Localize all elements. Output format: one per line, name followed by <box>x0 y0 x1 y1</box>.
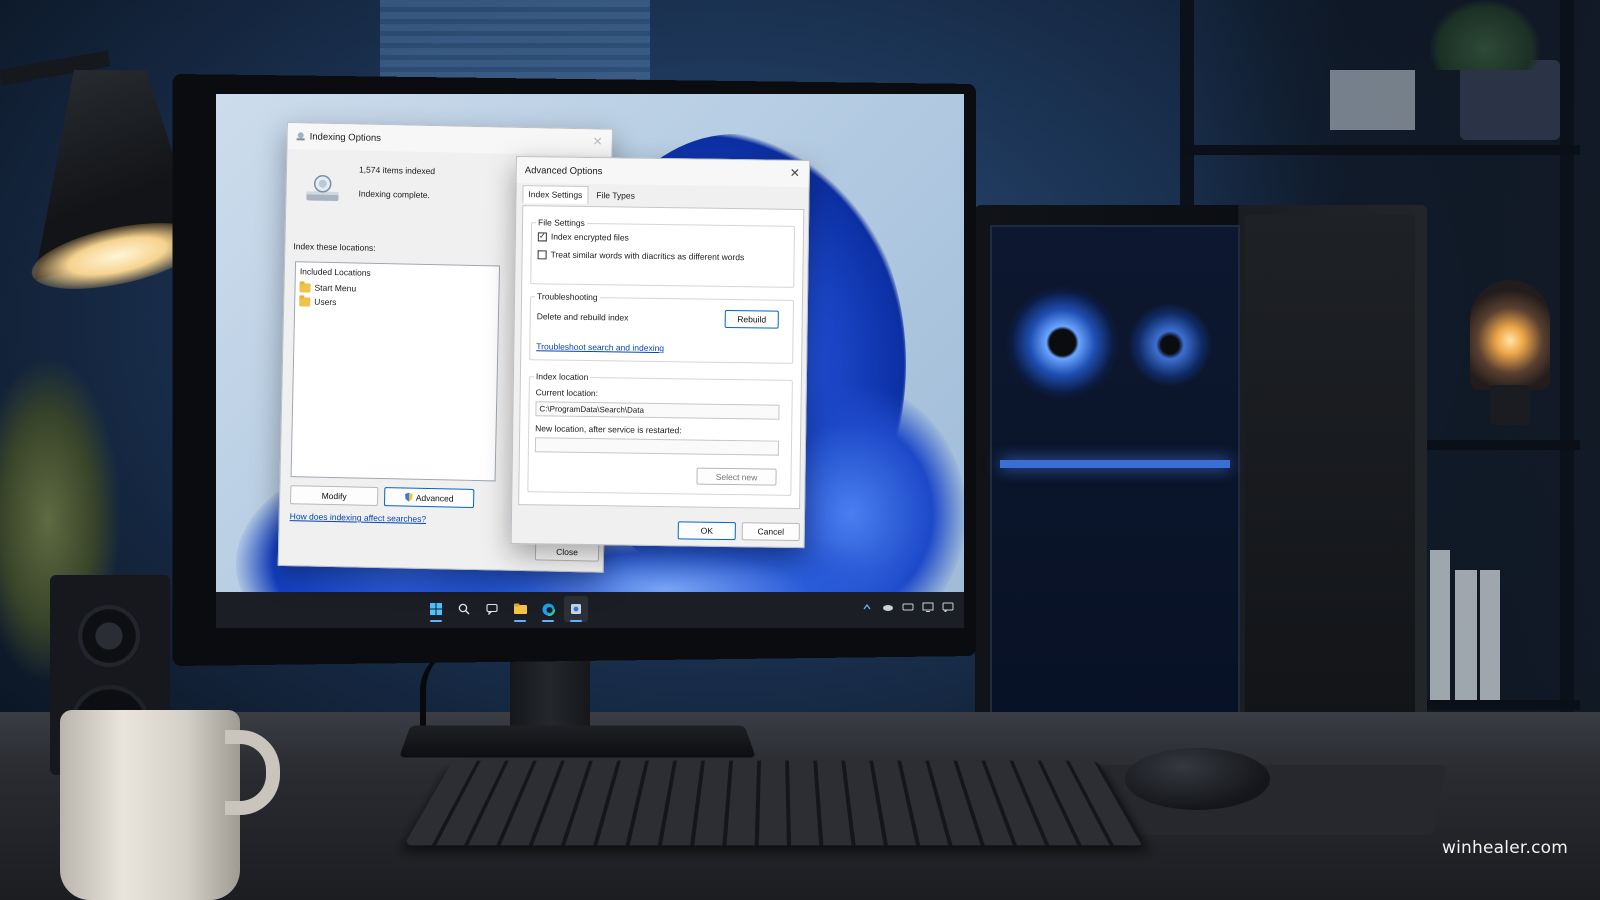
coffee-mug <box>60 710 240 900</box>
keyboard <box>403 760 1147 846</box>
advanced-options-title: Advanced Options <box>524 164 603 177</box>
diacritics-checkbox[interactable] <box>537 249 547 259</box>
index-encrypted-label: Index encrypted files <box>550 231 629 243</box>
gpu-light-strip <box>1000 460 1230 468</box>
index-encrypted-checkbox[interactable]: ✓ <box>537 231 547 241</box>
ok-button[interactable]: OK <box>677 521 736 541</box>
shelf-lamp <box>1470 280 1550 390</box>
monitor-stand-base <box>398 725 757 758</box>
book <box>1455 570 1477 700</box>
modify-button[interactable]: Modify <box>289 485 379 506</box>
current-location-label: Current location: <box>535 387 599 399</box>
shelf-board <box>1180 145 1580 155</box>
diacritics-row[interactable]: Treat similar words with diacritics as d… <box>537 249 745 263</box>
new-location-label: New location, after service is restarted… <box>535 423 682 436</box>
network-icon[interactable] <box>902 602 914 614</box>
rebuild-index-label: Delete and rebuild index <box>536 311 629 323</box>
onedrive-icon[interactable] <box>882 602 894 614</box>
book <box>1480 570 1500 700</box>
display-icon[interactable] <box>922 602 934 614</box>
indexing-drive-icon <box>304 171 341 204</box>
tab-file-types[interactable]: File Types <box>590 186 641 205</box>
tab-index-settings[interactable]: Index Settings <box>522 185 589 205</box>
troubleshoot-link[interactable]: Troubleshoot search and indexing <box>536 341 664 353</box>
chevron-up-icon[interactable] <box>862 602 874 614</box>
location-label: Users <box>314 296 337 308</box>
pc-front-panel <box>1245 215 1415 730</box>
rebuild-button[interactable]: Rebuild <box>724 309 779 329</box>
indexing-options-title: Indexing Options <box>309 130 382 144</box>
advanced-button[interactable]: Advanced <box>383 487 475 508</box>
indexing-help-link[interactable]: How does indexing affect searches? <box>290 511 427 524</box>
index-locations-label: Index these locations: <box>293 241 376 253</box>
troubleshooting-group: Troubleshooting Delete and rebuild index… <box>529 291 795 364</box>
close-button[interactable]: Close <box>534 542 600 562</box>
file-settings-title: File Settings <box>536 217 587 228</box>
index-location-group: Index location Current location: C:\Prog… <box>527 371 793 496</box>
advanced-button-label: Advanced <box>415 492 454 504</box>
diacritics-label: Treat similar words with diacritics as d… <box>550 249 745 263</box>
troubleshooting-title: Troubleshooting <box>534 291 600 303</box>
shelf-decor <box>1330 70 1415 130</box>
windows-start-icon[interactable] <box>424 596 448 622</box>
index-settings-panel: File Settings ✓ Index encrypted files Tr… <box>518 205 805 510</box>
new-location-field[interactable] <box>534 437 780 456</box>
chat-icon[interactable] <box>480 596 504 622</box>
close-icon[interactable]: ✕ <box>789 166 801 180</box>
indexing-status: Indexing complete. <box>358 188 430 201</box>
current-location-field: C:\ProgramData\Search\Data <box>535 401 780 420</box>
folder-icon <box>299 282 311 293</box>
folder-icon <box>299 296 311 307</box>
case-fan <box>1005 285 1120 400</box>
case-fan <box>1125 300 1215 390</box>
mouse <box>1125 748 1270 810</box>
items-indexed-count: 1,574 items indexed <box>358 164 436 177</box>
shelf-lamp-base <box>1490 385 1530 425</box>
search-icon[interactable] <box>452 596 476 622</box>
index-location-title: Index location <box>533 371 591 383</box>
watermark: winhealer.com <box>1442 838 1568 858</box>
shelf-plant <box>1430 0 1540 70</box>
index-encrypted-row[interactable]: ✓ Index encrypted files <box>537 231 629 243</box>
cancel-button[interactable]: Cancel <box>741 522 800 541</box>
close-icon[interactable]: ✕ <box>592 134 604 148</box>
plant-pot <box>1460 60 1560 140</box>
included-locations-list[interactable]: Included Locations Start Menu Users <box>290 261 501 482</box>
indexing-title-icon <box>296 132 305 141</box>
indexing-app-icon[interactable] <box>564 596 588 622</box>
location-label: Start Menu <box>314 282 357 294</box>
advanced-options-titlebar[interactable]: Advanced Options ✕ <box>516 157 809 188</box>
shield-icon <box>405 493 413 502</box>
select-new-button[interactable]: Select new <box>696 467 777 486</box>
advanced-tabs: Index Settings File Types <box>522 185 641 205</box>
file-explorer-icon[interactable] <box>508 596 532 622</box>
edge-icon[interactable] <box>536 596 560 622</box>
taskbar <box>216 592 964 628</box>
indexing-options-titlebar[interactable]: Indexing Options ✕ <box>287 123 612 156</box>
taskbar-apps <box>424 596 588 622</box>
included-locations-header: Included Locations <box>299 266 371 278</box>
advanced-options-dialog: Advanced Options ✕ Index Settings File T… <box>510 156 810 549</box>
system-tray <box>862 602 954 614</box>
file-settings-group: File Settings ✓ Index encrypted files Tr… <box>530 217 796 288</box>
notification-icon[interactable] <box>942 602 954 614</box>
monitor-stand <box>510 650 590 728</box>
book <box>1430 550 1450 700</box>
list-item[interactable]: Users <box>299 294 494 312</box>
shelf-post <box>1560 0 1574 740</box>
